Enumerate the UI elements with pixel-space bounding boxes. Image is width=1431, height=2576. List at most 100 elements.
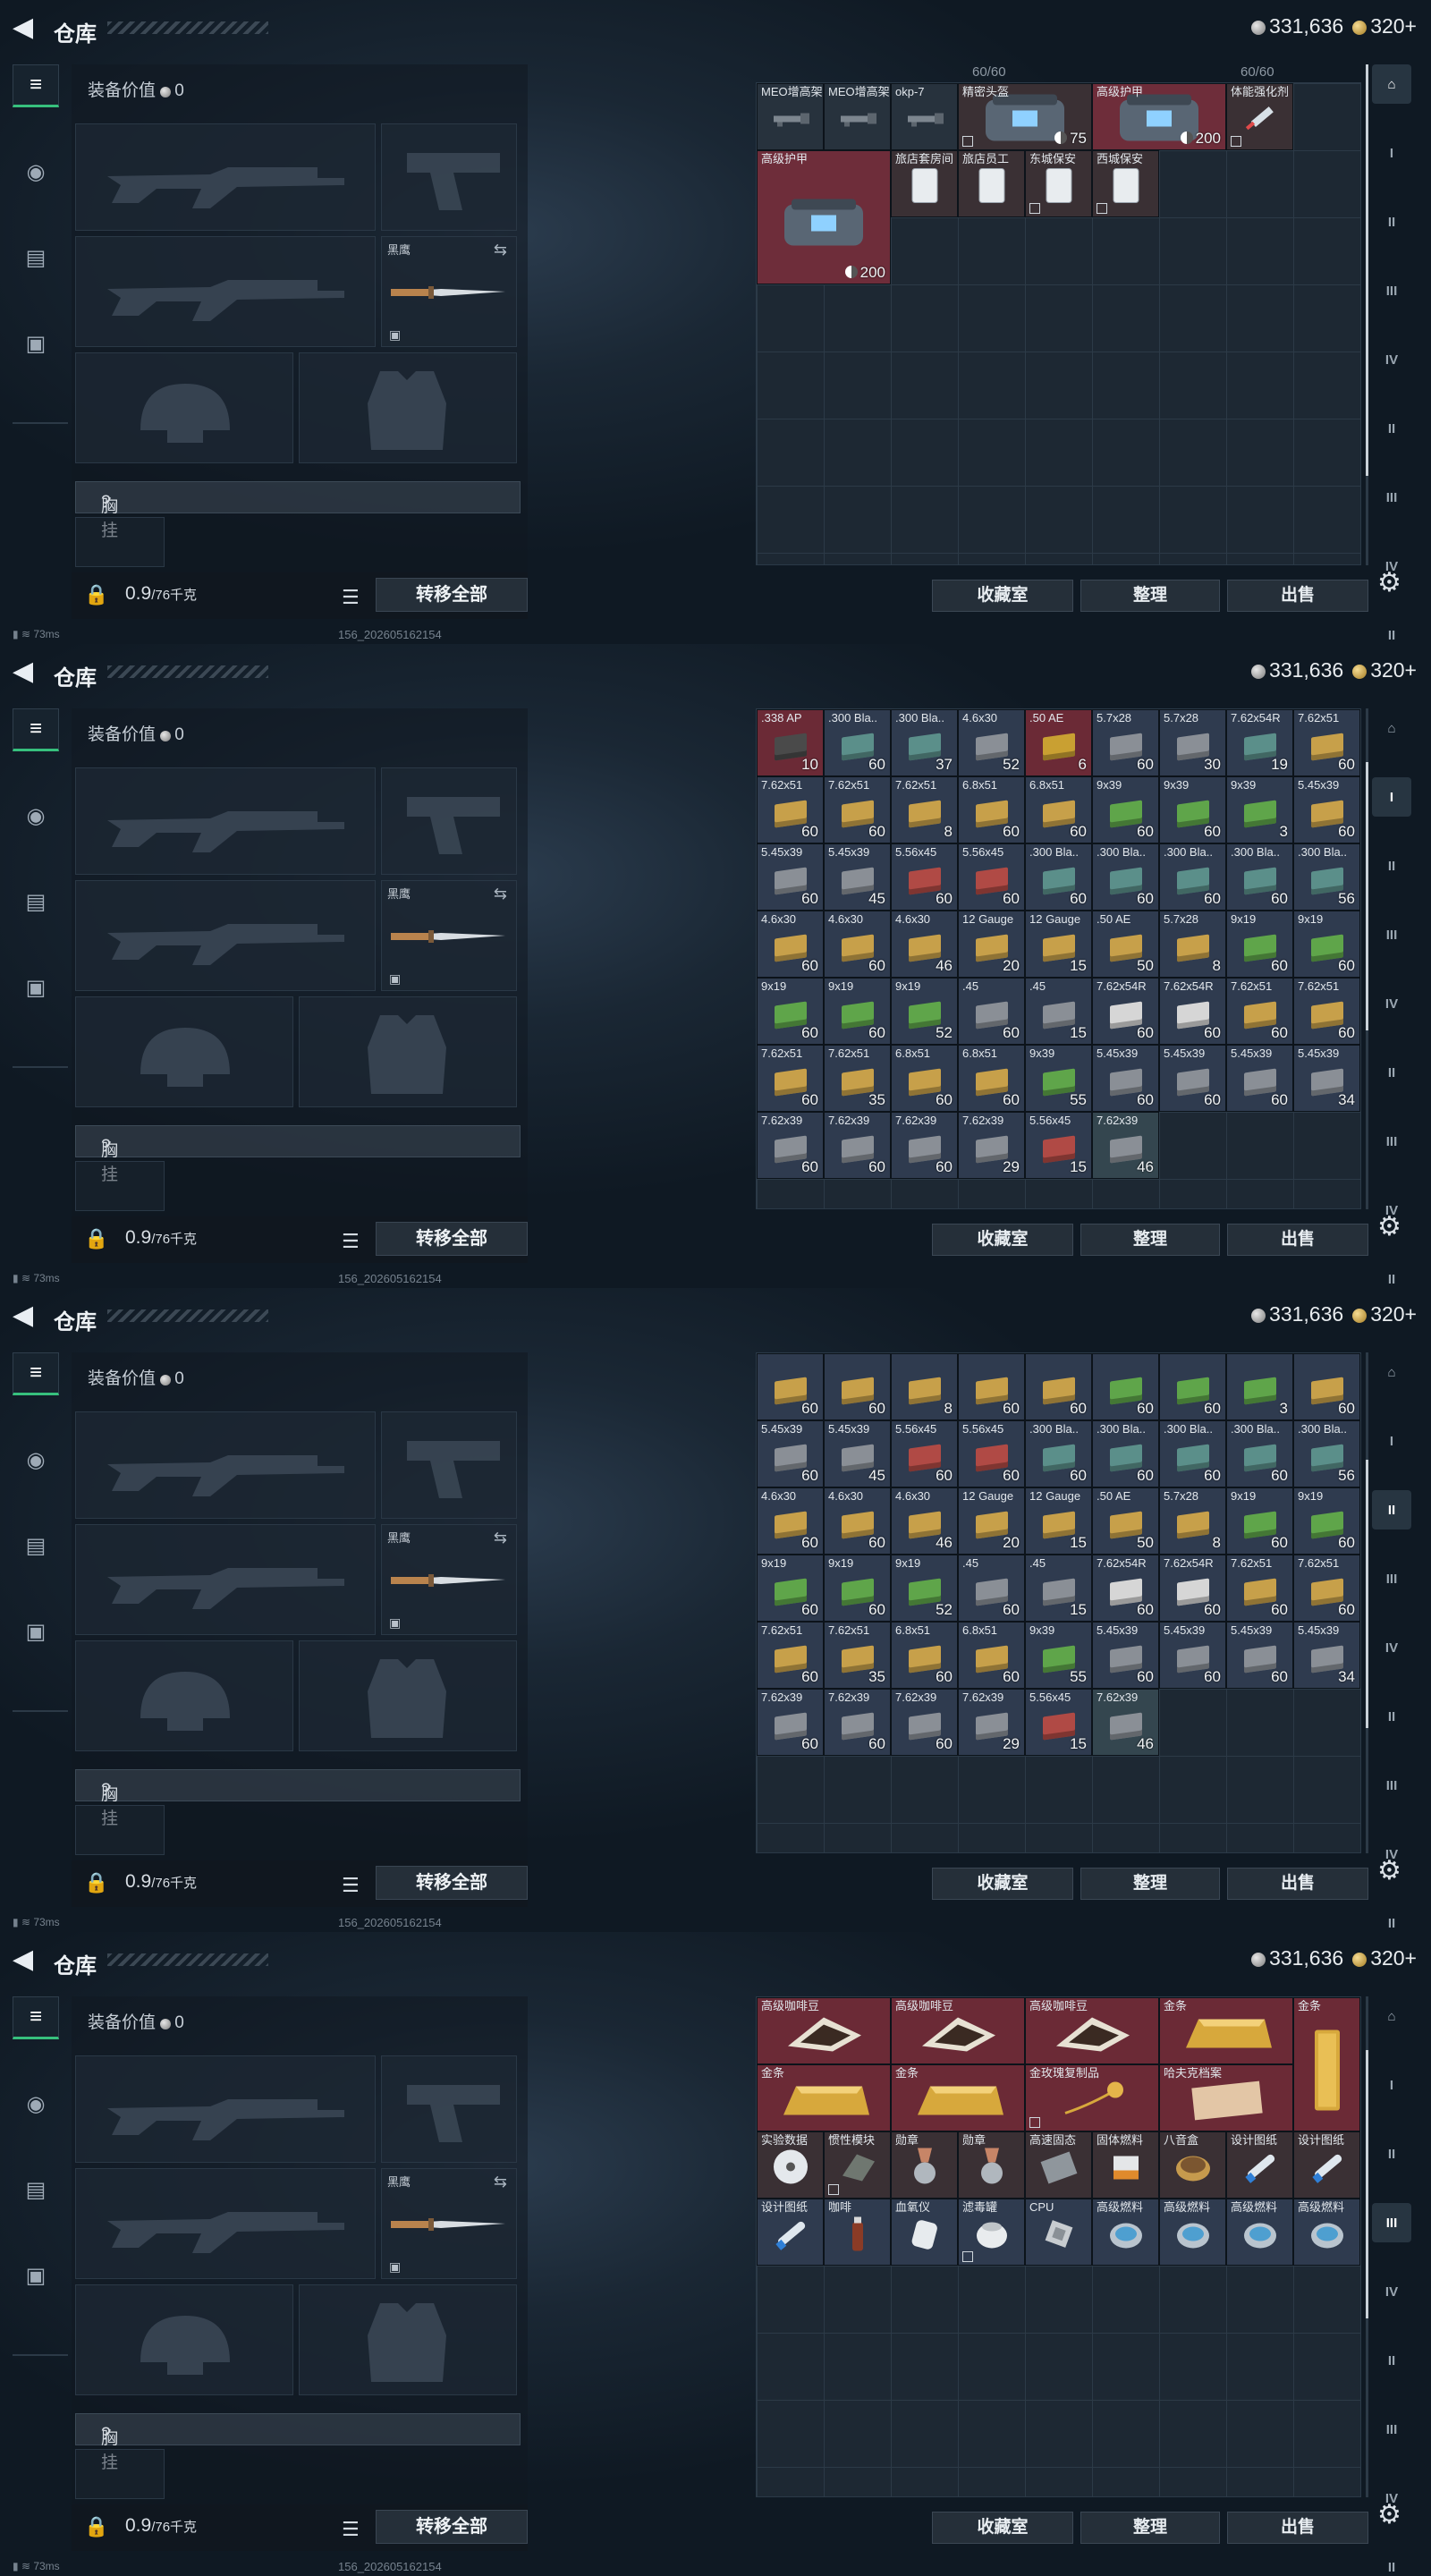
stash-item[interactable]: .50 AE 6 bbox=[1025, 709, 1092, 776]
stash-item[interactable]: 9x19 60 bbox=[824, 1555, 891, 1622]
stash-item[interactable]: 设计图纸 bbox=[757, 2199, 824, 2266]
back-arrow-icon[interactable]: ◀ bbox=[13, 1302, 39, 1329]
back-arrow-icon[interactable]: ◀ bbox=[13, 1946, 39, 1973]
swap-icon[interactable]: ⇆ bbox=[494, 1529, 507, 1547]
weapon-tab-icon[interactable]: ≡ bbox=[13, 708, 59, 751]
pistol-slot[interactable] bbox=[381, 767, 517, 875]
stash-tab-5[interactable]: II bbox=[1372, 409, 1411, 448]
stash-item[interactable]: 金条 bbox=[757, 2064, 891, 2131]
stash-item[interactable]: .300 Bla.. 60 bbox=[1159, 1420, 1226, 1487]
stash-item[interactable]: .45 15 bbox=[1025, 978, 1092, 1045]
stash-home-tab-icon[interactable]: ⌂ bbox=[1372, 1996, 1411, 2036]
gold-currency[interactable]: 320+ bbox=[1352, 658, 1417, 682]
stash-tab-4[interactable]: IV bbox=[1372, 984, 1411, 1023]
stash-item[interactable]: 9x39 3 bbox=[1226, 776, 1293, 843]
stash-scrollbar[interactable] bbox=[1366, 1352, 1368, 1853]
stash-item[interactable]: 5.7x28 30 bbox=[1159, 709, 1226, 776]
sell-button[interactable]: 出售 bbox=[1227, 580, 1368, 612]
scroll-thumb[interactable] bbox=[1366, 1460, 1368, 1728]
stash-item[interactable]: 9x39 60 bbox=[1092, 776, 1159, 843]
collection-room-button[interactable]: 收藏室 bbox=[932, 2512, 1073, 2544]
stash-item[interactable]: 12 Gauge 15 bbox=[1025, 1487, 1092, 1555]
stash-item[interactable]: 60 bbox=[1025, 1353, 1092, 1420]
rig-tab-icon[interactable]: ▤ bbox=[13, 1524, 59, 1567]
stash-item[interactable]: 6.8x51 60 bbox=[1025, 776, 1092, 843]
melee-slot[interactable]: 黑鹰 ⇆ ▣ bbox=[381, 880, 517, 991]
swap-icon[interactable]: ⇆ bbox=[494, 2173, 507, 2191]
stash-item[interactable]: 9x19 60 bbox=[1226, 911, 1293, 978]
stash-item[interactable]: 7.62x39 46 bbox=[1092, 1112, 1159, 1179]
stash-tab-3[interactable]: III bbox=[1372, 1559, 1411, 1598]
stash-item[interactable]: 5.45x39 60 bbox=[757, 1420, 824, 1487]
stash-tab-5[interactable]: II bbox=[1372, 1053, 1411, 1092]
stash-item[interactable]: .45 60 bbox=[958, 978, 1025, 1045]
stash-item[interactable]: 高级咖啡豆 bbox=[757, 1997, 891, 2064]
stash-item[interactable]: 高级燃料 bbox=[1159, 2199, 1226, 2266]
primary-weapon-slot[interactable] bbox=[75, 123, 376, 231]
back-arrow-icon[interactable]: ◀ bbox=[13, 14, 39, 41]
stash-item[interactable]: 4.6x30 60 bbox=[757, 911, 824, 978]
stash-item[interactable]: 八音盒 bbox=[1159, 2131, 1226, 2199]
chest-rig-help[interactable]: ? bbox=[101, 2425, 111, 2445]
helmet-slot[interactable] bbox=[75, 2284, 293, 2395]
stash-item[interactable]: 高级咖啡豆 bbox=[1025, 1997, 1159, 2064]
stash-item[interactable]: 血氧仪 bbox=[891, 2199, 958, 2266]
stash-item[interactable]: 7.62x39 60 bbox=[891, 1689, 958, 1756]
stash-item[interactable]: 高级燃料 bbox=[1293, 2199, 1360, 2266]
stash-item[interactable]: 高级燃料 bbox=[1092, 2199, 1159, 2266]
stash-item[interactable]: 9x19 60 bbox=[1226, 1487, 1293, 1555]
stash-item[interactable]: 设计图纸 bbox=[1293, 2131, 1360, 2199]
stash-item[interactable]: 5.56x45 60 bbox=[891, 843, 958, 911]
stash-item[interactable]: .338 AP 10 bbox=[757, 709, 824, 776]
stash-scrollbar[interactable] bbox=[1366, 708, 1368, 1209]
sort-button[interactable]: 整理 bbox=[1080, 1224, 1220, 1256]
stash-item[interactable]: 金条 bbox=[1293, 1997, 1360, 2131]
stash-item[interactable]: 7.62x39 60 bbox=[891, 1112, 958, 1179]
stash-tab-8[interactable]: II bbox=[1372, 615, 1411, 644]
stash-item[interactable]: 7.62x54R 60 bbox=[1092, 1555, 1159, 1622]
primary-weapon-slot[interactable] bbox=[75, 2055, 376, 2163]
pistol-slot[interactable] bbox=[381, 2055, 517, 2163]
transfer-all-button[interactable]: 转移全部 bbox=[376, 578, 528, 612]
backpack-tab-icon[interactable]: ▣ bbox=[13, 2254, 59, 2297]
stash-item[interactable]: 勋章 bbox=[958, 2131, 1025, 2199]
weapon-tab-icon[interactable]: ≡ bbox=[13, 1996, 59, 2039]
stash-item[interactable]: 旅店套房间 bbox=[891, 150, 958, 217]
sell-button[interactable]: 出售 bbox=[1227, 1224, 1368, 1256]
stash-tab-2[interactable]: II bbox=[1372, 2134, 1411, 2174]
chest-rig-help[interactable]: ? bbox=[101, 493, 111, 513]
stash-tab-6[interactable]: III bbox=[1372, 1122, 1411, 1161]
helmet-tab-icon[interactable]: ◉ bbox=[13, 794, 59, 837]
stash-item[interactable]: 设计图纸 bbox=[1226, 2131, 1293, 2199]
stash-item[interactable]: 5.45x39 60 bbox=[1092, 1045, 1159, 1112]
stash-item[interactable]: 哈夫克档案 bbox=[1159, 2064, 1293, 2131]
pistol-slot[interactable] bbox=[381, 1411, 517, 1519]
stash-item[interactable]: 7.62x54R 60 bbox=[1092, 978, 1159, 1045]
helmet-slot[interactable] bbox=[75, 996, 293, 1107]
rig-tab-icon[interactable]: ▤ bbox=[13, 236, 59, 279]
stash-item[interactable]: 7.62x39 46 bbox=[1092, 1689, 1159, 1756]
stash-item[interactable]: 5.45x39 60 bbox=[1159, 1045, 1226, 1112]
armor-slot[interactable] bbox=[299, 2284, 517, 2395]
stash-item[interactable]: 9x19 52 bbox=[891, 1555, 958, 1622]
stash-item[interactable]: 4.6x30 46 bbox=[891, 911, 958, 978]
stash-tab-3[interactable]: III bbox=[1372, 2203, 1411, 2242]
swap-icon[interactable]: ⇆ bbox=[494, 241, 507, 259]
weapon-tab-icon[interactable]: ≡ bbox=[13, 64, 59, 107]
stash-item[interactable]: CPU bbox=[1025, 2199, 1092, 2266]
stash-item[interactable]: 12 Gauge 15 bbox=[1025, 911, 1092, 978]
stash-tab-6[interactable]: III bbox=[1372, 2410, 1411, 2449]
stash-item[interactable]: 5.56x45 15 bbox=[1025, 1112, 1092, 1179]
rig-tab-icon[interactable]: ▤ bbox=[13, 880, 59, 923]
stash-item[interactable]: 7.62x51 35 bbox=[824, 1622, 891, 1689]
secondary-weapon-slot[interactable] bbox=[75, 236, 376, 347]
list-icon[interactable]: ☰ bbox=[342, 586, 360, 609]
stash-item[interactable]: 7.62x51 60 bbox=[757, 1045, 824, 1112]
stash-item[interactable]: 5.45x39 34 bbox=[1293, 1045, 1360, 1112]
backpack-tab-icon[interactable]: ▣ bbox=[13, 1610, 59, 1653]
stash-item[interactable]: 6.8x51 60 bbox=[958, 1045, 1025, 1112]
stash-item[interactable]: 金条 bbox=[1159, 1997, 1293, 2064]
list-icon[interactable]: ☰ bbox=[342, 2518, 360, 2541]
stash-tab-3[interactable]: III bbox=[1372, 915, 1411, 954]
settings-gear-icon[interactable]: ⚙ bbox=[1377, 1211, 1401, 1242]
